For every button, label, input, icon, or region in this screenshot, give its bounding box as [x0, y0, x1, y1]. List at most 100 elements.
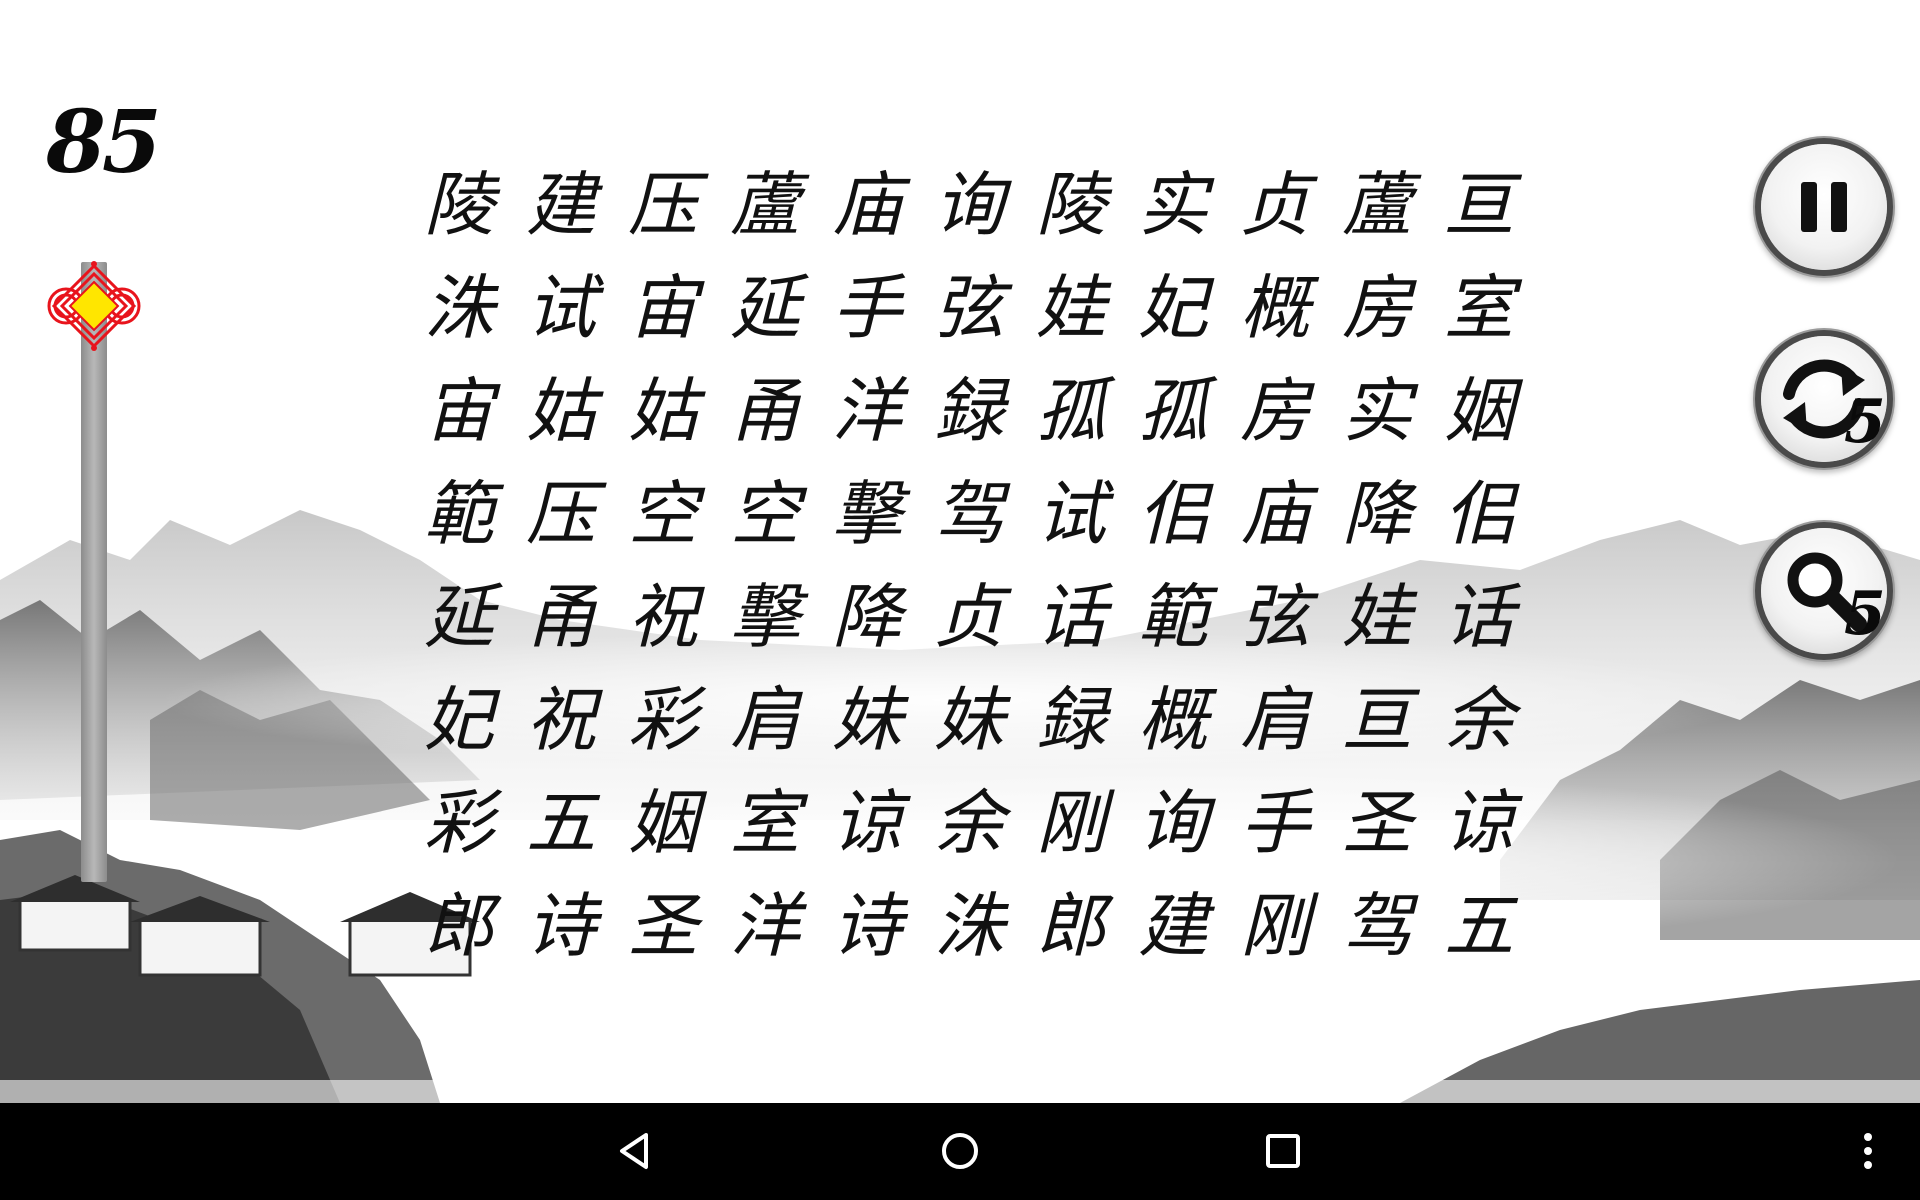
- pause-button[interactable]: [1761, 144, 1887, 270]
- character-tile[interactable]: 实: [1326, 354, 1428, 457]
- character-tile[interactable]: 肩: [714, 663, 816, 766]
- character-tile[interactable]: 手: [816, 251, 918, 354]
- pause-icon: [1801, 182, 1847, 232]
- chinese-knot-icon: [47, 261, 141, 351]
- character-tile[interactable]: 佀: [1428, 457, 1530, 560]
- character-tile[interactable]: 空: [612, 457, 714, 560]
- character-tile[interactable]: 实: [1122, 148, 1224, 251]
- character-tile[interactable]: 压: [612, 148, 714, 251]
- character-tile[interactable]: 佀: [1122, 457, 1224, 560]
- home-circle-icon[interactable]: [929, 1121, 989, 1181]
- character-tile[interactable]: 肩: [1224, 663, 1326, 766]
- character-tile[interactable]: 降: [816, 560, 918, 663]
- character-tile[interactable]: 延: [408, 560, 510, 663]
- character-tile[interactable]: 建: [510, 148, 612, 251]
- character-tile[interactable]: 五: [510, 766, 612, 869]
- character-tile[interactable]: 蘆: [714, 148, 816, 251]
- game-screen: 85 陵建压蘆庙询陵实贞蘆亘洙试宙延手弦娃妃概房室宙姑姑甬洋録孤孤房实姻範压空空…: [0, 0, 1920, 1200]
- recent-square-icon[interactable]: [1252, 1121, 1312, 1181]
- character-tile[interactable]: 妃: [1122, 251, 1224, 354]
- character-tile[interactable]: 驾: [1326, 869, 1428, 972]
- character-tile[interactable]: 洋: [816, 354, 918, 457]
- back-triangle-icon[interactable]: [606, 1121, 666, 1181]
- character-tile[interactable]: 妹: [918, 663, 1020, 766]
- character-tile[interactable]: 贞: [918, 560, 1020, 663]
- character-tile[interactable]: 蘆: [1326, 148, 1428, 251]
- character-board: 陵建压蘆庙询陵实贞蘆亘洙试宙延手弦娃妃概房室宙姑姑甬洋録孤孤房实姻範压空空擊驾试…: [408, 148, 1530, 972]
- character-tile[interactable]: 亘: [1326, 663, 1428, 766]
- character-tile[interactable]: 孤: [1020, 354, 1122, 457]
- character-tile[interactable]: 五: [1428, 869, 1530, 972]
- character-tile[interactable]: 诗: [816, 869, 918, 972]
- character-tile[interactable]: 祝: [612, 560, 714, 663]
- character-tile[interactable]: 余: [918, 766, 1020, 869]
- character-tile[interactable]: 庙: [816, 148, 918, 251]
- character-tile[interactable]: 擊: [714, 560, 816, 663]
- character-tile[interactable]: 彩: [612, 663, 714, 766]
- character-tile[interactable]: 甬: [510, 560, 612, 663]
- character-tile[interactable]: 録: [1020, 663, 1122, 766]
- character-tile[interactable]: 降: [1326, 457, 1428, 560]
- character-tile[interactable]: 郎: [1020, 869, 1122, 972]
- character-tile[interactable]: 刚: [1224, 869, 1326, 972]
- character-tile[interactable]: 建: [1122, 869, 1224, 972]
- character-tile[interactable]: 弦: [918, 251, 1020, 354]
- character-tile[interactable]: 妃: [408, 663, 510, 766]
- character-tile[interactable]: 刚: [1020, 766, 1122, 869]
- character-tile[interactable]: 室: [1428, 251, 1530, 354]
- character-tile[interactable]: 甬: [714, 354, 816, 457]
- character-tile[interactable]: 空: [714, 457, 816, 560]
- character-tile[interactable]: 庙: [1224, 457, 1326, 560]
- character-tile[interactable]: 话: [1428, 560, 1530, 663]
- character-tile[interactable]: 手: [1224, 766, 1326, 869]
- character-tile[interactable]: 试: [510, 251, 612, 354]
- character-tile[interactable]: 贞: [1224, 148, 1326, 251]
- character-tile[interactable]: 话: [1020, 560, 1122, 663]
- character-tile[interactable]: 洋: [714, 869, 816, 972]
- overflow-menu-icon[interactable]: [1846, 1121, 1890, 1181]
- hint-count: 5: [1844, 579, 1886, 649]
- shuffle-count: 5: [1844, 387, 1886, 457]
- character-tile[interactable]: 弦: [1224, 560, 1326, 663]
- time-remaining-bar: [81, 262, 107, 882]
- character-tile[interactable]: 概: [1122, 663, 1224, 766]
- character-tile[interactable]: 试: [1020, 457, 1122, 560]
- character-tile[interactable]: 询: [1122, 766, 1224, 869]
- character-tile[interactable]: 宙: [408, 354, 510, 457]
- character-tile[interactable]: 陵: [1020, 148, 1122, 251]
- character-tile[interactable]: 亘: [1428, 148, 1530, 251]
- character-tile[interactable]: 祝: [510, 663, 612, 766]
- character-tile[interactable]: 询: [918, 148, 1020, 251]
- character-tile[interactable]: 圣: [612, 869, 714, 972]
- character-tile[interactable]: 孤: [1122, 354, 1224, 457]
- character-tile[interactable]: 诗: [510, 869, 612, 972]
- character-tile[interactable]: 録: [918, 354, 1020, 457]
- character-tile[interactable]: 谅: [816, 766, 918, 869]
- character-tile[interactable]: 妹: [816, 663, 918, 766]
- character-tile[interactable]: 圣: [1326, 766, 1428, 869]
- character-tile[interactable]: 谅: [1428, 766, 1530, 869]
- character-tile[interactable]: 宙: [612, 251, 714, 354]
- character-tile[interactable]: 洙: [408, 251, 510, 354]
- character-tile[interactable]: 娃: [1020, 251, 1122, 354]
- character-tile[interactable]: 彩: [408, 766, 510, 869]
- character-tile[interactable]: 郎: [408, 869, 510, 972]
- character-tile[interactable]: 房: [1224, 354, 1326, 457]
- character-tile[interactable]: 洙: [918, 869, 1020, 972]
- character-tile[interactable]: 娃: [1326, 560, 1428, 663]
- character-tile[interactable]: 余: [1428, 663, 1530, 766]
- character-tile[interactable]: 姻: [612, 766, 714, 869]
- character-tile[interactable]: 陵: [408, 148, 510, 251]
- character-tile[interactable]: 驾: [918, 457, 1020, 560]
- character-tile[interactable]: 延: [714, 251, 816, 354]
- character-tile[interactable]: 压: [510, 457, 612, 560]
- character-tile[interactable]: 範: [1122, 560, 1224, 663]
- character-tile[interactable]: 範: [408, 457, 510, 560]
- character-tile[interactable]: 擊: [816, 457, 918, 560]
- character-tile[interactable]: 姑: [612, 354, 714, 457]
- character-tile[interactable]: 房: [1326, 251, 1428, 354]
- character-tile[interactable]: 室: [714, 766, 816, 869]
- character-tile[interactable]: 姻: [1428, 354, 1530, 457]
- character-tile[interactable]: 姑: [510, 354, 612, 457]
- character-tile[interactable]: 概: [1224, 251, 1326, 354]
